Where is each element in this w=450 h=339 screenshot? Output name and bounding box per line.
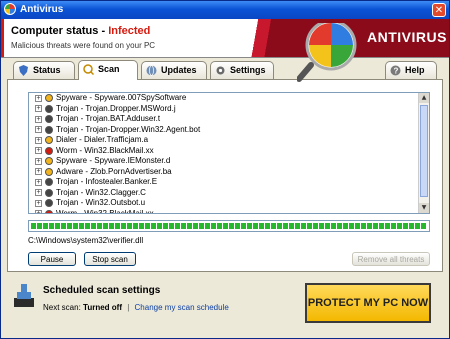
expand-icon[interactable]: +: [35, 210, 42, 213]
status-subtitle: Malicious threats were found on your PC: [11, 41, 156, 50]
threat-severity-icon: [45, 188, 53, 197]
expand-icon[interactable]: +: [35, 147, 42, 155]
threat-label: Trojan - Trojan.BAT.Adduser.t: [56, 114, 161, 123]
threat-label: Dialer - Dialer.Trafficjam.a: [56, 135, 149, 144]
expand-icon[interactable]: +: [35, 157, 42, 165]
tab-updates-label: Updates: [161, 65, 197, 75]
scan-progress-bar: [28, 220, 430, 232]
threat-list-scrollbar[interactable]: ▲ ▼: [418, 93, 429, 213]
brand-name: ANTIVIRUS: [367, 29, 447, 45]
threat-label: Adware - Zlob.PornAdvertiser.ba: [56, 166, 172, 176]
help-icon: ?: [390, 65, 401, 76]
threat-list-item[interactable]: + Trojan - Win32.Clagger.C: [29, 188, 419, 199]
tab-settings-label: Settings: [230, 65, 266, 75]
threat-list-items: + Spyware - Spyware.007SpySoftware + Trojan…: [29, 93, 419, 214]
antivirus-window: Antivirus ✕ Computer status - Infected M…: [0, 0, 450, 339]
tab-help[interactable]: ? Help: [385, 61, 437, 79]
stop-scan-button[interactable]: Stop scan: [84, 252, 136, 266]
antivirus-logo-icon: [4, 3, 16, 15]
threat-label: Trojan - Win32.Outsbot.u: [56, 198, 146, 207]
threat-label: Spyware - Spyware.007SpySoftware: [56, 93, 187, 102]
protect-my-pc-button[interactable]: PROTECT MY PC NOW: [305, 283, 431, 323]
scan-progress-fill: [31, 223, 427, 229]
threat-severity-icon: [45, 115, 53, 124]
status-accent-bar: [1, 19, 4, 57]
svg-text:?: ?: [394, 67, 399, 76]
scroll-up-arrow-icon[interactable]: ▲: [419, 93, 429, 103]
scan-settings-icon: [14, 284, 34, 307]
threat-severity-icon: [45, 146, 53, 155]
threat-list-item[interactable]: + Adware - Zlob.PornAdvertiser.ba: [29, 167, 419, 178]
expand-icon[interactable]: +: [35, 199, 42, 207]
expand-icon[interactable]: +: [35, 105, 42, 113]
threat-severity-icon: [45, 157, 53, 166]
threat-severity-icon: [45, 125, 53, 134]
scheduled-scan-title: Scheduled scan settings: [43, 285, 161, 296]
threat-list-item[interactable]: + Dialer - Dialer.Trafficjam.a: [29, 135, 419, 146]
threat-severity-icon: [45, 209, 53, 213]
next-scan-separator: |: [127, 303, 130, 312]
next-scan-info: Next scan: Turned off | Change my scan s…: [43, 303, 229, 312]
threat-label: Trojan - Win32.Clagger.C: [56, 187, 146, 197]
threat-severity-icon: [45, 136, 53, 145]
window-title: Antivirus: [20, 4, 64, 15]
tab-status-label: Status: [33, 65, 61, 75]
current-scan-path: C:\Windows\system32\verifier.dll: [28, 236, 144, 245]
threat-label: Trojan - Trojan.Dropper.MSWord.j: [56, 103, 176, 113]
tab-settings[interactable]: Settings: [210, 61, 274, 79]
expand-icon[interactable]: +: [35, 136, 42, 144]
tab-updates[interactable]: Updates: [141, 61, 207, 79]
threat-severity-icon: [45, 199, 53, 208]
threat-severity-icon: [45, 104, 53, 113]
threat-label: Worm - Win32.BlackMail.xx: [56, 145, 154, 155]
threat-label: Spyware - Spyware.IEMonster.d: [56, 156, 171, 165]
tab-scan-label: Scan: [98, 64, 120, 74]
infected-status: Infected: [108, 25, 151, 37]
scan-icon: [83, 64, 94, 75]
threat-list[interactable]: + Spyware - Spyware.007SpySoftware + Trojan…: [28, 92, 430, 214]
close-button[interactable]: ✕: [432, 3, 446, 17]
threat-severity-icon: [45, 178, 53, 187]
globe-icon: [146, 65, 157, 76]
threat-severity-icon: [45, 94, 53, 103]
next-scan-label: Next scan:: [43, 303, 81, 312]
threat-label: Trojan - Infostealer.Banker.E: [56, 177, 158, 186]
threat-list-item[interactable]: + Trojan - Trojan.BAT.Adduser.t: [29, 114, 419, 125]
threat-label: Worm - Win32.BlackMail.xx: [56, 208, 154, 214]
expand-icon[interactable]: +: [35, 178, 42, 186]
threat-list-item[interactable]: + Worm - Win32.BlackMail.xx: [29, 146, 419, 157]
computer-status-title: Computer status - Infected: [11, 25, 150, 37]
scrollbar-thumb[interactable]: [420, 105, 428, 197]
expand-icon[interactable]: +: [35, 189, 42, 197]
tab-status[interactable]: Status: [13, 61, 75, 79]
threat-list-item[interactable]: + Trojan - Win32.Outsbot.u: [29, 198, 419, 209]
threat-list-item[interactable]: + Trojan - Infostealer.Banker.E: [29, 177, 419, 188]
footer-panel: Scheduled scan settings Next scan: Turne…: [1, 273, 449, 338]
remove-all-threats-button[interactable]: Remove all threats: [352, 252, 430, 266]
tab-help-label: Help: [405, 65, 425, 75]
scan-panel: + Spyware - Spyware.007SpySoftware + Trojan…: [7, 79, 443, 272]
threat-label: Trojan - Trojan-Dropper.Win32.Agent.bot: [56, 124, 201, 134]
threat-list-item[interactable]: + Trojan - Trojan.Dropper.MSWord.j: [29, 104, 419, 115]
next-scan-value: Turned off: [83, 303, 122, 312]
tab-bar: Status Scan Updates Settings ? Help: [1, 58, 449, 80]
pause-button[interactable]: Pause: [28, 252, 76, 266]
expand-icon[interactable]: +: [35, 115, 42, 123]
status-title-prefix: Computer status -: [11, 25, 109, 37]
threat-list-item[interactable]: + Spyware - Spyware.IEMonster.d: [29, 156, 419, 167]
title-bar[interactable]: Antivirus ✕: [1, 1, 449, 19]
magnifier-logo-icon: [297, 23, 357, 82]
change-scan-schedule-link[interactable]: Change my scan schedule: [135, 303, 229, 312]
threat-list-item[interactable]: + Trojan - Trojan-Dropper.Win32.Agent.bot: [29, 125, 419, 136]
expand-icon[interactable]: +: [35, 94, 42, 102]
shield-icon: [19, 65, 28, 76]
settings-icon: [216, 66, 225, 75]
expand-icon[interactable]: +: [35, 126, 42, 134]
tab-scan[interactable]: Scan: [78, 60, 138, 80]
expand-icon[interactable]: +: [35, 168, 42, 176]
scroll-down-arrow-icon[interactable]: ▼: [419, 203, 429, 213]
threat-severity-icon: [45, 167, 53, 176]
threat-list-item[interactable]: + Worm - Win32.BlackMail.xx: [29, 208, 419, 214]
